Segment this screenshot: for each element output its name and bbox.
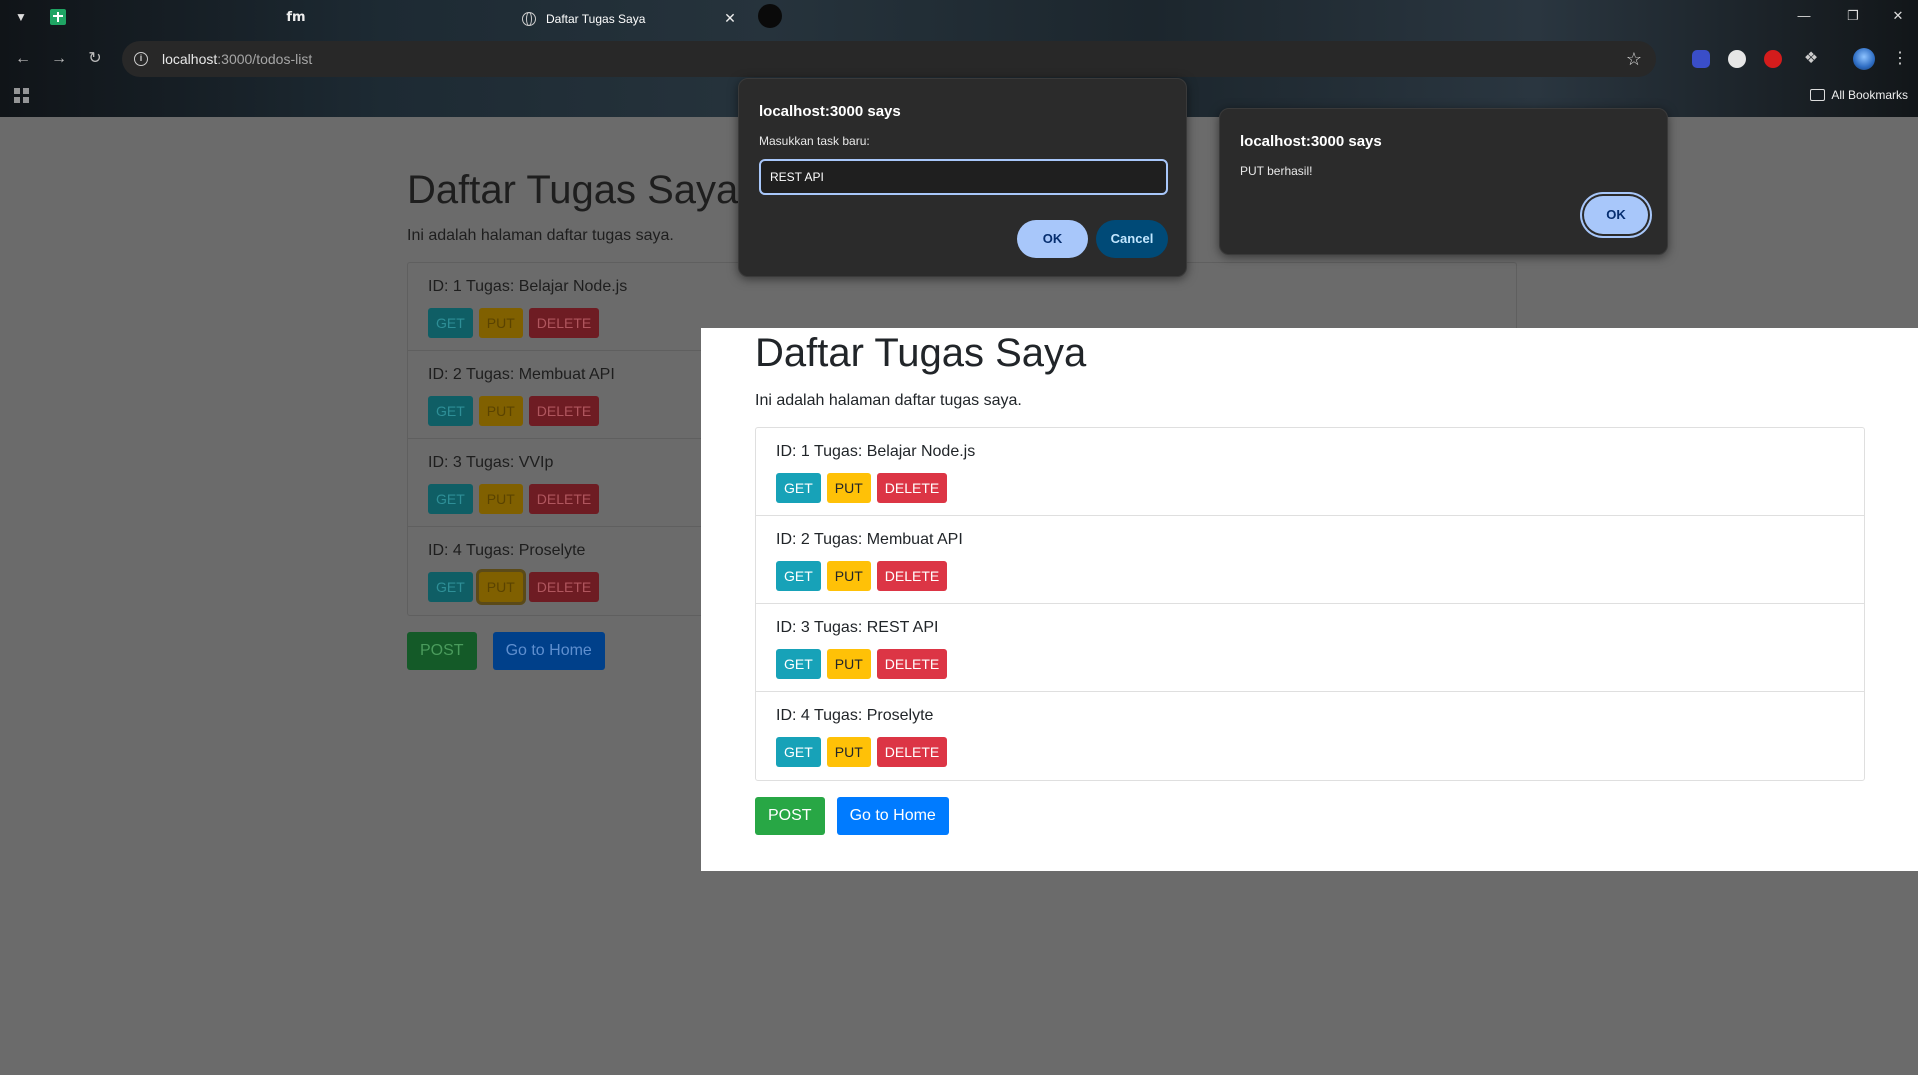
page-subtitle: Ini adalah halaman daftar tugas saya.: [755, 392, 1022, 409]
dialog-title: localhost:3000 says: [1240, 133, 1382, 150]
minimize-icon[interactable]: —: [1794, 6, 1814, 26]
get-button[interactable]: GET: [428, 484, 473, 514]
post-button[interactable]: POST: [407, 632, 477, 670]
get-button[interactable]: GET: [776, 561, 821, 591]
get-button[interactable]: GET: [776, 737, 821, 767]
alert-dialog: localhost:3000 says PUT berhasil! OK: [1219, 108, 1668, 255]
put-button[interactable]: PUT: [826, 473, 871, 503]
list-item: ID: 2 Tugas: Membuat API GET PUT DELETE: [756, 516, 1864, 604]
folder-icon: [1810, 89, 1826, 101]
tab-search-chevron-icon[interactable]: ▼: [12, 8, 30, 26]
list-item: ID: 3 Tugas: REST API GET PUT DELETE: [756, 604, 1864, 692]
tab-close-icon[interactable]: ✕: [722, 10, 738, 27]
profile-avatar[interactable]: [1853, 48, 1875, 70]
put-button[interactable]: PUT: [826, 649, 871, 679]
task-text: ID: 1 Tugas: Belajar Node.js: [776, 443, 976, 460]
window-close-icon[interactable]: ✕: [1888, 6, 1908, 26]
get-button[interactable]: GET: [428, 308, 473, 338]
back-arrow-icon[interactable]: ←: [12, 48, 34, 70]
prompt-dialog: localhost:3000 says Masukkan task baru: …: [738, 78, 1187, 277]
sheets-icon: [50, 9, 66, 25]
kebab-menu-icon[interactable]: ⋮: [1892, 48, 1908, 70]
tab-title: Daftar Tugas Saya: [546, 11, 646, 26]
delete-button[interactable]: DELETE: [528, 484, 600, 514]
put-button[interactable]: PUT: [478, 572, 523, 602]
delete-button[interactable]: DELETE: [528, 396, 600, 426]
extension-discord-icon[interactable]: [1692, 50, 1710, 68]
browser-toolbar: ← → ↻ i localhost:3000/todos-list ☆ ❖ ⋮: [0, 41, 1918, 77]
tab-pinned-sheets[interactable]: [46, 6, 70, 28]
put-button[interactable]: PUT: [826, 561, 871, 591]
address-bar[interactable]: i localhost:3000/todos-list ☆: [122, 41, 1656, 77]
delete-button[interactable]: DELETE: [528, 572, 600, 602]
put-button[interactable]: PUT: [478, 308, 523, 338]
all-bookmarks-label: All Bookmarks: [1831, 88, 1908, 102]
get-button[interactable]: GET: [428, 572, 473, 602]
extension-globe-icon[interactable]: [1728, 50, 1746, 68]
all-bookmarks-button[interactable]: All Bookmarks: [1810, 88, 1908, 102]
apps-grid-icon[interactable]: [14, 88, 30, 104]
extensions-puzzle-icon[interactable]: ❖: [1800, 48, 1822, 70]
post-button[interactable]: POST: [755, 797, 825, 835]
list-item: ID: 4 Tugas: Proselyte GET PUT DELETE: [756, 692, 1864, 780]
dialog-title: localhost:3000 says: [759, 103, 901, 120]
delete-button[interactable]: DELETE: [876, 649, 948, 679]
updated-page-panel: Daftar Tugas Saya Ini adalah halaman daf…: [701, 328, 1918, 871]
task-text: ID: 2 Tugas: Membuat API: [776, 531, 963, 548]
site-info-icon[interactable]: i: [134, 52, 148, 66]
put-button[interactable]: PUT: [826, 737, 871, 767]
url-path: :3000/todos-list: [217, 51, 313, 67]
task-text: ID: 4 Tugas: Proselyte: [776, 707, 934, 724]
ok-button[interactable]: OK: [1017, 220, 1088, 258]
task-text: ID: 1 Tugas: Belajar Node.js: [428, 278, 628, 295]
dialog-message: PUT berhasil!: [1240, 164, 1313, 178]
get-button[interactable]: GET: [776, 473, 821, 503]
delete-button[interactable]: DELETE: [876, 737, 948, 767]
go-home-button[interactable]: Go to Home: [836, 797, 949, 835]
put-button[interactable]: PUT: [478, 484, 523, 514]
bookmark-star-icon[interactable]: ☆: [1626, 48, 1642, 70]
list-item: ID: 1 Tugas: Belajar Node.js GET PUT DEL…: [756, 428, 1864, 516]
page-title: Daftar Tugas Saya: [755, 331, 1087, 375]
tab-loading-indicator: [758, 4, 782, 28]
url-host: localhost: [162, 51, 218, 67]
delete-button[interactable]: DELETE: [876, 473, 948, 503]
get-button[interactable]: GET: [428, 396, 473, 426]
task-text: ID: 3 Tugas: REST API: [776, 619, 939, 636]
get-button[interactable]: GET: [776, 649, 821, 679]
tab-pinned-fm[interactable]: fm: [284, 6, 308, 28]
extension-adblock-icon[interactable]: [1764, 50, 1782, 68]
put-button[interactable]: PUT: [478, 396, 523, 426]
task-list: ID: 1 Tugas: Belajar Node.js GET PUT DEL…: [755, 427, 1865, 781]
tab-strip: ▼ fm Daftar Tugas Saya ✕ — ❐ ✕: [0, 0, 1918, 33]
dialog-message: Masukkan task baru:: [759, 134, 870, 148]
fm-logo-icon: fm: [286, 9, 306, 25]
tab-active[interactable]: Daftar Tugas Saya ✕: [510, 4, 750, 33]
forward-arrow-icon[interactable]: →: [48, 48, 70, 70]
delete-button[interactable]: DELETE: [528, 308, 600, 338]
cancel-button[interactable]: Cancel: [1096, 220, 1168, 258]
globe-icon: [522, 11, 536, 26]
reload-icon[interactable]: ↻: [84, 48, 106, 70]
url-text[interactable]: localhost:3000/todos-list: [162, 51, 312, 67]
ok-button[interactable]: OK: [1584, 196, 1648, 234]
restore-icon[interactable]: ❐: [1843, 6, 1863, 26]
delete-button[interactable]: DELETE: [876, 561, 948, 591]
go-home-button[interactable]: Go to Home: [492, 632, 605, 670]
task-input[interactable]: [759, 159, 1168, 195]
